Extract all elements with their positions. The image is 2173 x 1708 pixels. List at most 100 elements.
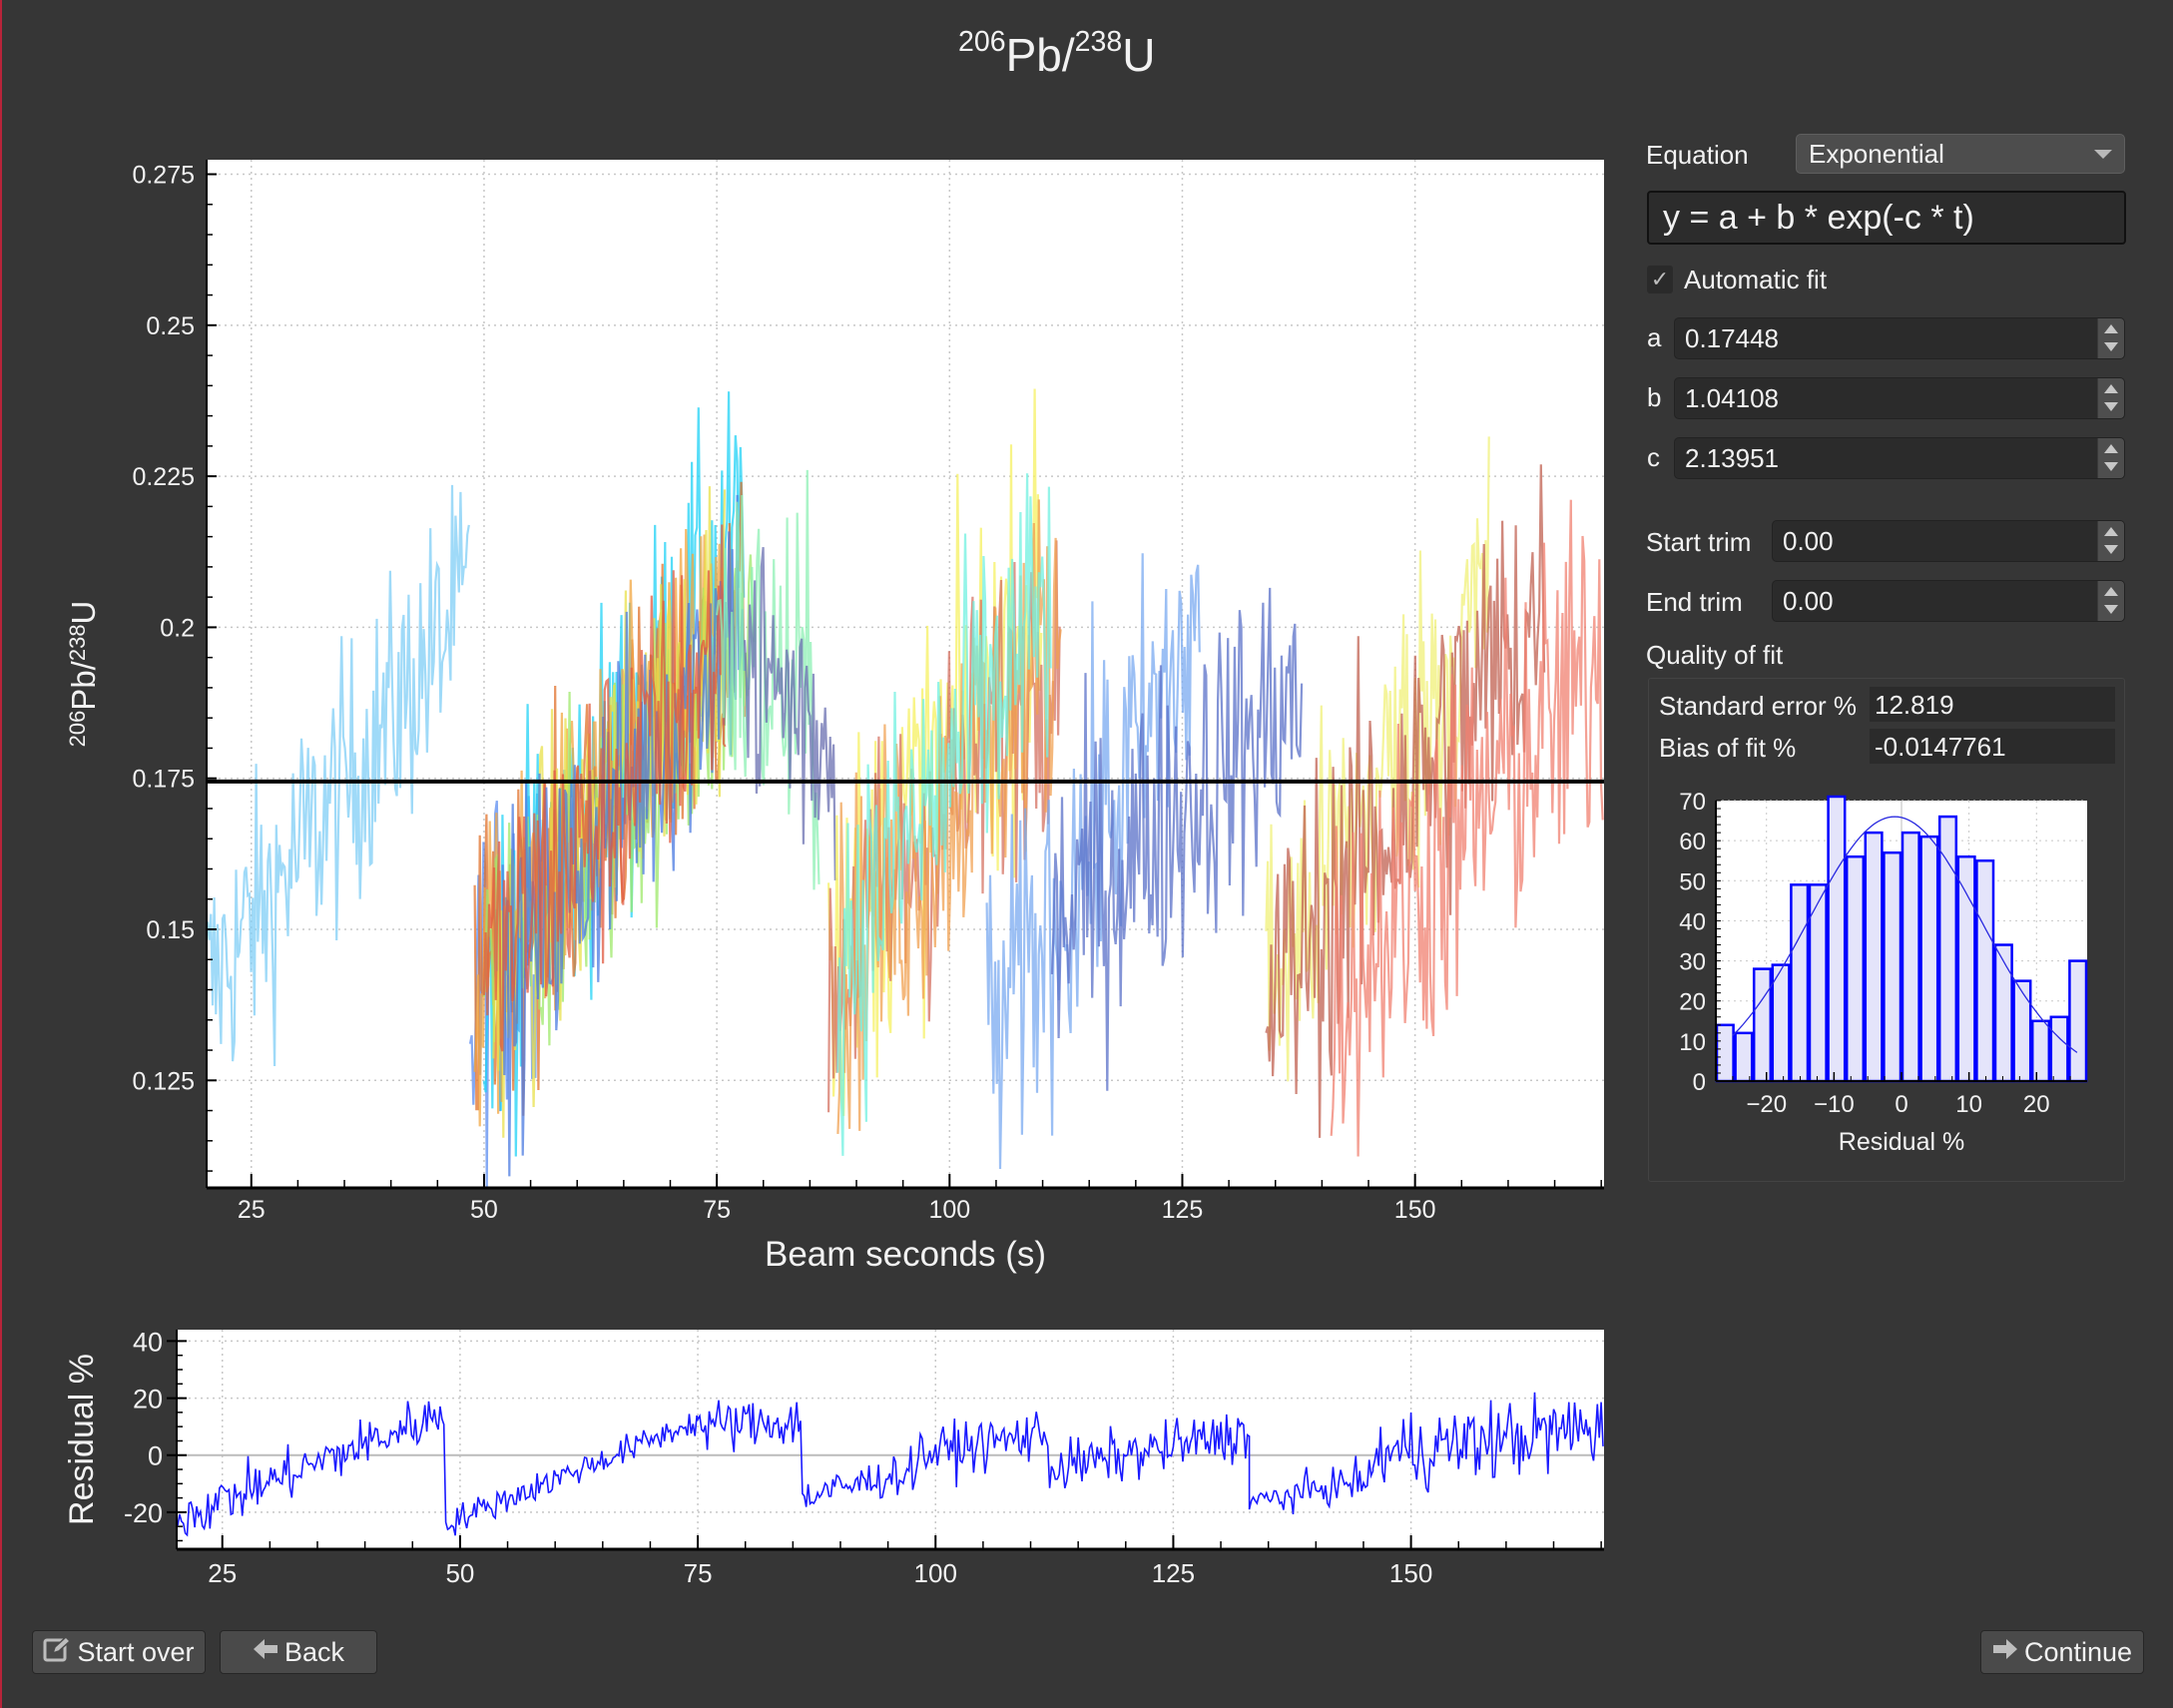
y-tick-label: 70 [1679,789,1706,816]
start-trim-value: 0.00 [1783,526,1834,556]
histogram-bar [1975,858,1995,1083]
x-tick-label: 50 [445,1558,474,1588]
chevron-down-icon [2094,150,2112,159]
y-tick-label: 0.15 [146,916,195,944]
end-trim-label: End trim [1646,587,1743,617]
residual-histogram-chart: 0 10 20 30 40 50 60 70 −20 −10 0 10 20 Residual % [1679,789,2088,1156]
param-c-stepper[interactable] [2097,438,2124,478]
standard-error-label: Standard error % [1659,691,1857,721]
histogram-bar [2030,1019,2051,1083]
y-axis-label: Residual % [63,1354,101,1525]
main-ratio-chart[interactable]: 0.125 0.15 0.175 0.2 0.225 0.25 0.275 25 50 75 100… [0,0,1637,1288]
x-tick-label: 100 [914,1558,957,1588]
y-tick-label: 0.2 [160,614,195,642]
histogram-bar [1827,795,1847,1083]
residual-plot-area [177,1330,1604,1549]
y-tick-label: 20 [133,1385,163,1415]
histogram-bar [2049,1015,2069,1083]
y-tick-label: 60 [1679,829,1706,855]
y-tick-label: 0 [148,1441,163,1471]
y-tick-label: 0.125 [132,1067,195,1095]
x-tick-label: 125 [1162,1196,1204,1224]
continue-button[interactable]: Continue [1980,1630,2144,1674]
start-over-button[interactable]: Start over [32,1630,206,1674]
equation-formula-field[interactable]: y = a + b * exp(-c * t) [1647,191,2126,245]
start-trim-label: Start trim [1646,527,1752,557]
equation-selected-value: Exponential [1809,139,1944,169]
continue-label: Continue [2023,1636,2133,1667]
bias-of-fit-value: -0.0147761 [1870,729,2115,764]
quality-of-fit-label: Quality of fit [1646,640,1784,670]
x-tick-label: −10 [1814,1091,1855,1118]
x-tick-label: 150 [1389,1558,1432,1588]
automatic-fit-checkbox[interactable]: ✓ [1647,266,1673,293]
y-tick-label: 30 [1679,949,1706,976]
y-tick-label: 10 [1679,1029,1706,1056]
histogram-bar [2068,959,2088,1083]
x-tick-label: 25 [238,1196,266,1224]
start-trim-spinbox[interactable]: 0.00 [1772,520,2125,562]
equation-label: Equation [1646,140,1749,170]
start-trim-stepper[interactable] [2097,521,2124,561]
automatic-fit-label: Automatic fit [1684,265,1828,294]
end-trim-stepper[interactable] [2097,581,2124,621]
histogram-bar [1956,854,1976,1083]
equation-select[interactable]: Exponential [1796,134,2125,174]
x-tick-label: 75 [703,1196,731,1224]
x-tick-label: 10 [1955,1091,1982,1118]
histogram-bar [1901,831,1920,1083]
param-b-stepper[interactable] [2097,378,2124,418]
x-tick-label: 125 [1152,1558,1195,1588]
x-tick-label: −20 [1746,1091,1787,1118]
y-tick-label: -20 [124,1498,163,1528]
y-tick-label: 0.275 [132,162,195,190]
bias-of-fit-label: Bias of fit % [1659,733,1797,763]
residual-chart[interactable]: -20 0 20 40 25 50 75 100 125 150 Residual % [0,1298,1637,1597]
arrow-up-icon [2104,587,2118,596]
y-tick-label: 40 [133,1327,163,1357]
end-trim-spinbox[interactable]: 0.00 [1772,580,2125,622]
y-tick-label: 20 [1679,989,1706,1016]
y-tick-label: 0.25 [146,312,195,340]
y-tick-label: 0 [1693,1069,1706,1096]
x-tick-label: 25 [208,1558,237,1588]
arrow-down-icon [2104,402,2118,411]
arrow-right-icon [1992,1637,2018,1668]
standard-error-value: 12.819 [1870,687,2115,722]
end-trim-value: 0.00 [1783,586,1834,616]
param-a-spinbox[interactable]: 0.17448 [1674,317,2125,359]
x-tick-label: 150 [1394,1196,1436,1224]
param-a-value: 0.17448 [1685,323,1779,353]
histogram-bar [1790,883,1810,1083]
histogram-bar [1864,831,1884,1083]
param-b-value: 1.04108 [1685,383,1779,413]
y-tick-label: 0.175 [132,766,195,794]
x-axis-label: Beam seconds (s) [765,1235,1046,1274]
back-label: Back [283,1636,345,1667]
back-button[interactable]: Back [220,1630,377,1674]
x-axis-label: Residual % [1839,1128,1964,1156]
arrow-up-icon [2104,444,2118,453]
histogram-bar [1919,835,1939,1083]
param-b-label: b [1647,382,1662,412]
x-tick-label: 75 [684,1558,713,1588]
arrow-up-icon [2104,527,2118,536]
histogram-bar [1883,851,1902,1083]
arrow-up-icon [2104,324,2118,333]
arrow-down-icon [2104,605,2118,614]
y-tick-label: 50 [1679,868,1706,895]
arrow-down-icon [2104,545,2118,554]
histogram-bar [1937,815,1958,1083]
param-a-stepper[interactable] [2097,318,2124,358]
param-c-spinbox[interactable]: 2.13951 [1674,437,2125,479]
x-tick-label: 100 [928,1196,970,1224]
param-b-spinbox[interactable]: 1.04108 [1674,377,2125,419]
arrow-up-icon [2104,384,2118,393]
histogram-bar [1993,943,2013,1083]
y-axis-label: 206Pb/238U [65,601,102,748]
param-c-label: c [1647,442,1660,472]
x-tick-label: 0 [1895,1091,1907,1118]
x-tick-label: 20 [2023,1091,2050,1118]
histogram-bar [1752,967,1773,1083]
histogram-bar [2012,979,2032,1083]
